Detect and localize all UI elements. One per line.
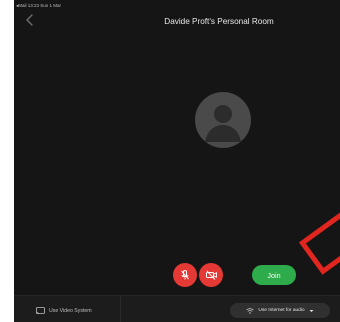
join-button[interactable]: Join — [252, 265, 296, 285]
audio-option-dropdown[interactable]: Use Internet for audio — [230, 303, 330, 318]
use-video-system-button[interactable]: Use Video System — [36, 306, 92, 316]
use-video-system-label: Use Video System — [49, 308, 92, 314]
mute-button[interactable] — [173, 263, 197, 287]
person-icon — [205, 105, 241, 142]
cast-icon — [36, 307, 45, 315]
status-bar: ◂Mail 13:23 Sun 1 Mar — [16, 3, 62, 8]
chevron-left-icon — [26, 14, 33, 26]
bottom-bar: Use Video System Use Internet for audio — [14, 295, 340, 322]
meeting-preview-screen: ◂Mail 13:23 Sun 1 Mar Davide Proft's Per… — [14, 0, 340, 322]
mic-off-icon — [181, 270, 189, 280]
wifi-icon — [246, 307, 255, 314]
annotation-rectangle — [298, 201, 340, 275]
divider — [120, 296, 121, 322]
video-off-icon — [205, 270, 217, 280]
video-toggle-button[interactable] — [199, 263, 223, 287]
caret-down-icon — [309, 309, 314, 312]
page-title: Davide Proft's Personal Room — [164, 17, 274, 26]
audio-option-label: Use Internet for audio — [258, 308, 305, 313]
avatar — [195, 92, 251, 148]
back-button[interactable] — [24, 13, 36, 27]
